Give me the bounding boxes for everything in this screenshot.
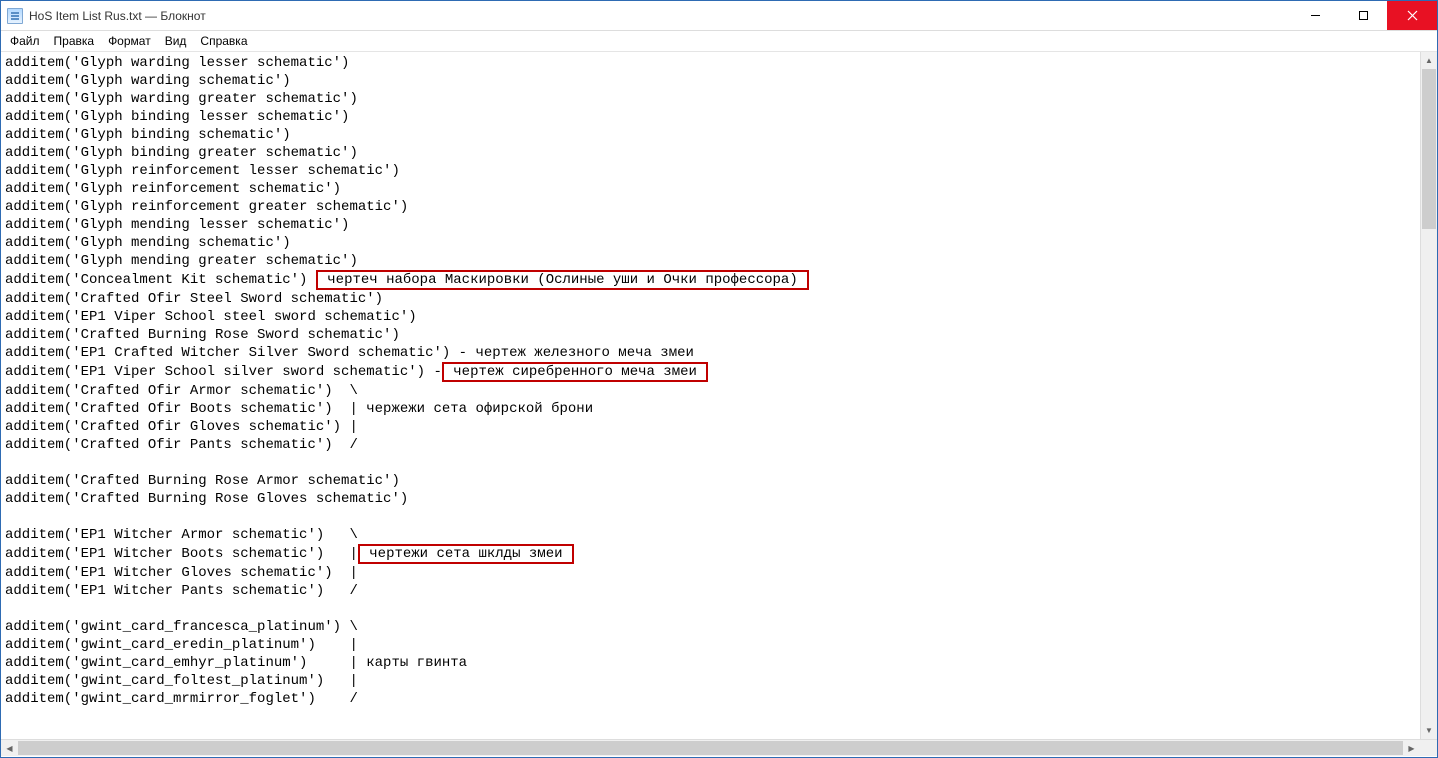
menu-view[interactable]: Вид [158,32,194,50]
text-line: additem('gwint_card_francesca_platinum')… [5,619,358,635]
text-line: additem('Crafted Burning Rose Gloves sch… [5,491,408,507]
text-line: additem('Glyph mending lesser schematic'… [5,217,349,233]
horizontal-scrollbar[interactable]: ◀ ▶ [1,739,1437,756]
text-line: additem('Crafted Ofir Steel Sword schema… [5,291,383,307]
scroll-down-button[interactable]: ▼ [1421,722,1437,739]
text-line: additem('Glyph reinforcement lesser sche… [5,163,400,179]
text-line: additem('gwint_card_mrmirror_foglet') / [5,691,358,707]
annotation-highlight: чертеч набора Маскировки (Ослиные уши и … [316,270,809,290]
scroll-up-button[interactable]: ▲ [1421,52,1437,69]
notepad-icon [7,8,23,24]
scroll-right-button[interactable]: ▶ [1403,740,1420,756]
text-editor[interactable]: additem('Glyph warding lesser schematic'… [1,52,1437,739]
text-line: additem('EP1 Viper School steel sword sc… [5,309,417,325]
text-line: additem('Glyph warding schematic') [5,73,291,89]
text-line: additem('Crafted Ofir Gloves schematic')… [5,419,358,435]
text-line: additem('Crafted Ofir Boots schematic') … [5,401,593,417]
text-line: additem('Glyph reinforcement schematic') [5,181,341,197]
text-line: additem('gwint_card_foltest_platinum') | [5,673,358,689]
text-line: additem('Glyph mending schematic') [5,235,291,251]
text-line: additem('Glyph binding lesser schematic'… [5,109,349,125]
text-line: additem('EP1 Witcher Armor schematic') \ [5,527,358,543]
horizontal-scroll-track[interactable] [18,740,1403,756]
content-wrapper: additem('Glyph warding lesser schematic'… [1,52,1437,739]
window-controls [1291,1,1437,30]
menu-help[interactable]: Справка [193,32,254,50]
text-line: additem('Glyph mending greater schematic… [5,253,358,269]
horizontal-scroll-thumb[interactable] [18,741,1403,755]
text-line: additem('Glyph binding schematic') [5,127,291,143]
text-line: additem('Crafted Burning Rose Armor sche… [5,473,400,489]
text-line: additem('Crafted Ofir Armor schematic') … [5,383,358,399]
text-line: additem('EP1 Viper School silver sword s… [5,364,442,380]
text-line: additem('EP1 Witcher Gloves schematic') … [5,565,358,581]
text-line: additem('Glyph reinforcement greater sch… [5,199,408,215]
menubar: Файл Правка Формат Вид Справка [1,31,1437,52]
titlebar: HoS Item List Rus.txt — Блокнот [1,1,1437,31]
text-line: additem('EP1 Witcher Pants schematic') / [5,583,358,599]
text-line: additem('Glyph warding lesser schematic'… [5,55,349,71]
text-line: additem('gwint_card_emhyr_platinum') | к… [5,655,467,671]
text-line: additem('gwint_card_eredin_platinum') | [5,637,358,653]
scroll-left-button[interactable]: ◀ [1,740,18,756]
close-button[interactable] [1387,1,1437,30]
text-line: additem('Crafted Ofir Pants schematic') … [5,437,358,453]
menu-file[interactable]: Файл [3,32,47,50]
text-line: additem('Glyph warding greater schematic… [5,91,358,107]
text-line: additem('EP1 Witcher Boots schematic') | [5,546,358,562]
text-line: additem('Concealment Kit schematic') [5,272,316,288]
maximize-button[interactable] [1339,1,1387,30]
vertical-scroll-thumb[interactable] [1422,69,1436,229]
vertical-scrollbar[interactable]: ▲ ▼ [1420,52,1437,739]
annotation-highlight: чертеж сиребренного меча змеи [442,362,708,382]
text-line: additem('Glyph binding greater schematic… [5,145,358,161]
annotation-highlight: чертежи сета шклды змеи [358,544,574,564]
text-line: additem('Crafted Burning Rose Sword sche… [5,327,400,343]
minimize-button[interactable] [1291,1,1339,30]
scroll-corner [1420,740,1437,756]
menu-format[interactable]: Формат [101,32,158,50]
window-title: HoS Item List Rus.txt — Блокнот [29,9,1291,23]
menu-edit[interactable]: Правка [47,32,102,50]
text-line: additem('EP1 Crafted Witcher Silver Swor… [5,345,694,361]
